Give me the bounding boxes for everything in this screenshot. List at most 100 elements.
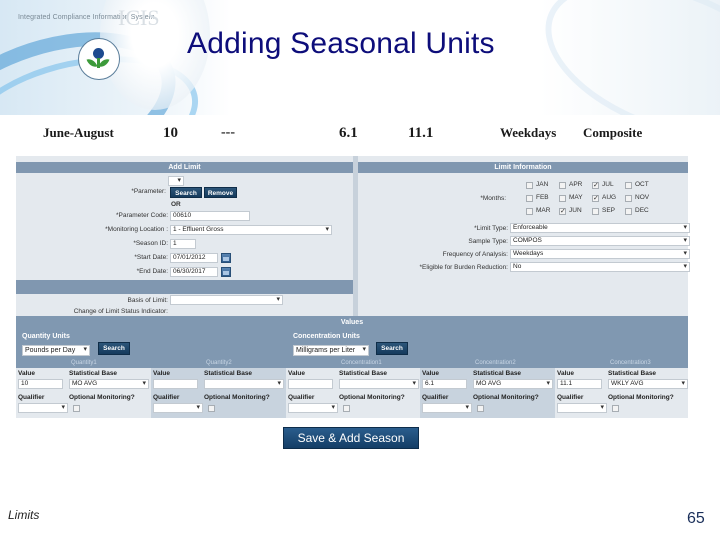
month-label-feb: FEB [536, 194, 549, 201]
month-checkbox-jan[interactable] [526, 182, 533, 189]
left-subheader-bar [16, 280, 353, 294]
frequency-label: Frequency of Analysis: [442, 251, 508, 258]
statistical-base-select[interactable]: WKLY AVG [608, 379, 688, 389]
parameter-code-input[interactable]: 00610 [170, 211, 250, 221]
statistical-base-select[interactable] [204, 379, 284, 389]
month-label-sep: SEP [602, 207, 616, 214]
statistical-base-select[interactable]: MO AVG [473, 379, 553, 389]
end-date-input[interactable]: 06/30/2017 [170, 267, 218, 277]
value-input[interactable]: 6.1 [422, 379, 467, 389]
statistical-base-select[interactable] [339, 379, 419, 389]
month-checkbox-dec[interactable] [625, 208, 632, 215]
month-checkbox-jul[interactable] [592, 181, 599, 189]
months-label: *Months: [480, 195, 506, 202]
qualifier-select[interactable] [288, 403, 338, 413]
month-label-oct: OCT [635, 181, 649, 188]
optional-monitoring-checkbox[interactable] [73, 405, 80, 412]
statistical-base-select[interactable]: MO AVG [69, 379, 149, 389]
value-grid: Value Statistical Base 10 MO AVG Qualifier Op… [16, 368, 688, 418]
optional-monitoring-checkbox[interactable] [612, 405, 619, 412]
value-group-label: Concentration3 [610, 360, 651, 366]
qualifier-label: Qualifier [153, 394, 180, 401]
value-label: Value [18, 370, 35, 377]
month-label-may: MAY [569, 194, 583, 201]
month-label-aug: AUG [602, 194, 617, 201]
save-add-season-button[interactable]: Save & Add Season [283, 427, 419, 449]
limit-type-label: *Limit Type: [474, 225, 508, 232]
concentration-units-search-button[interactable]: Search [376, 342, 408, 355]
value-group-label: Concentration1 [341, 360, 382, 366]
optional-monitoring-label: Optional Monitoring? [339, 394, 405, 401]
value-input[interactable]: 11.1 [557, 379, 602, 389]
qualifier-label: Qualifier [422, 394, 449, 401]
parameter-search-button[interactable]: Search [170, 187, 202, 198]
burden-reduction-label: *Eligible for Burden Reduction: [419, 264, 508, 271]
qualifier-select[interactable] [153, 403, 203, 413]
optional-monitoring-checkbox[interactable] [343, 405, 350, 412]
month-checkbox-feb[interactable] [526, 195, 533, 202]
summary-concentration1: 6.1 [339, 125, 358, 141]
qualifier-label: Qualifier [557, 394, 584, 401]
value-input[interactable] [153, 379, 198, 389]
start-date-input[interactable]: 07/01/2012 [170, 253, 218, 263]
sample-type-select[interactable]: COMPOS [510, 236, 690, 246]
frequency-select[interactable]: Weekdays [510, 249, 690, 259]
monitoring-location-select[interactable]: 1 - Effluent Gross [170, 225, 332, 235]
burden-reduction-select[interactable]: No [510, 262, 690, 272]
end-date-calendar-icon[interactable] [221, 267, 231, 277]
season-id-input[interactable]: 1 [170, 239, 196, 249]
value-group-quantity1: Value Statistical Base 10 MO AVG Qualifier Op… [16, 368, 151, 418]
concentration-units-label: Concentration Units [293, 333, 360, 340]
limit-form: Add Limit *Parameter: Search Remove OR *… [16, 156, 690, 418]
parameter-select[interactable] [168, 176, 184, 186]
month-label-dec: DEC [635, 207, 649, 214]
month-checkbox-mar[interactable] [526, 208, 533, 215]
statistical-base-label: Statistical Base [473, 370, 522, 377]
summary-quantity1: 10 [163, 125, 178, 141]
value-label: Value [422, 370, 439, 377]
or-label: OR [171, 201, 181, 208]
value-label: Value [153, 370, 170, 377]
optional-monitoring-label: Optional Monitoring? [608, 394, 674, 401]
season-id-label: *Season ID: [133, 240, 168, 247]
summary-frequency: Weekdays [500, 125, 557, 140]
quantity-units-select[interactable]: Pounds per Day [22, 345, 90, 356]
parameter-remove-button[interactable]: Remove [204, 187, 237, 198]
basis-of-limit-select[interactable] [170, 295, 283, 305]
statistical-base-label: Statistical Base [608, 370, 657, 377]
start-date-calendar-icon[interactable] [221, 253, 231, 263]
summary-period: June-August [43, 125, 114, 140]
summary-concentration2: 11.1 [408, 125, 434, 141]
optional-monitoring-checkbox[interactable] [208, 405, 215, 412]
add-limit-section: Add Limit *Parameter: Search Remove OR *… [16, 156, 353, 316]
month-checkbox-jun[interactable] [559, 207, 566, 215]
footer-section-label: Limits [8, 508, 40, 522]
month-checkbox-apr[interactable] [559, 182, 566, 189]
month-checkbox-oct[interactable] [625, 182, 632, 189]
concentration-units-select[interactable]: Milligrams per Liter [293, 345, 369, 356]
statistical-base-label: Statistical Base [69, 370, 118, 377]
optional-monitoring-checkbox[interactable] [477, 405, 484, 412]
month-checkbox-aug[interactable] [592, 194, 599, 202]
add-limit-header: Add Limit [16, 162, 353, 173]
month-checkbox-may[interactable] [559, 195, 566, 202]
value-input[interactable] [288, 379, 333, 389]
qualifier-select[interactable] [18, 403, 68, 413]
month-checkbox-nov[interactable] [625, 195, 632, 202]
value-group-concentration3: Value Statistical Base 11.1 WKLY AVG Qualifi… [555, 368, 688, 418]
slide-title: Adding Seasonal Units [187, 27, 495, 60]
value-group-label: Concentration2 [475, 360, 516, 366]
value-group-concentration1: Value Statistical Base Qualifier Optional M… [286, 368, 420, 418]
limit-information-section: Limit Information *Months: JAN APR JUL OCT F… [358, 156, 690, 316]
limit-type-select[interactable]: Enforceable [510, 223, 690, 233]
qualifier-select[interactable] [422, 403, 472, 413]
optional-monitoring-label: Optional Monitoring? [473, 394, 539, 401]
month-label-mar: MAR [536, 207, 551, 214]
quantity-units-search-button[interactable]: Search [98, 342, 130, 355]
month-checkbox-sep[interactable] [592, 208, 599, 215]
change-status-label: Change of Limit Status Indicator: [73, 308, 168, 315]
qualifier-select[interactable] [557, 403, 607, 413]
season-summary-row: June-August 10 --- 6.1 11.1 Weekdays Com… [0, 125, 720, 145]
value-input[interactable]: 10 [18, 379, 63, 389]
value-group-concentration2: Value Statistical Base 6.1 MO AVG Qualifier O… [420, 368, 555, 418]
